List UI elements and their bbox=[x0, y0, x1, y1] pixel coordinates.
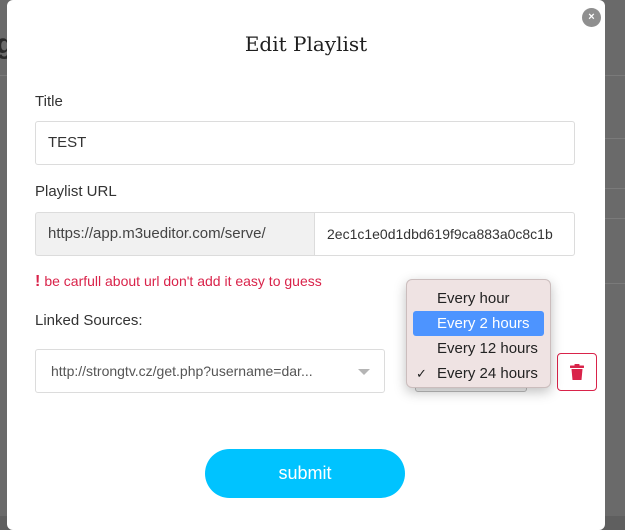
submit-button[interactable]: submit bbox=[205, 449, 405, 498]
chevron-down-icon bbox=[358, 369, 370, 375]
url-warning: ! be carfull about url don't add it easy … bbox=[35, 273, 322, 291]
frequency-option-every-12-hours[interactable]: Every 12 hours bbox=[413, 336, 544, 361]
frequency-option-every-hour[interactable]: Every hour bbox=[413, 286, 544, 311]
exclamation-icon: ! bbox=[35, 273, 41, 290]
checkmark-icon: ✓ bbox=[416, 366, 427, 381]
linked-source-select[interactable]: http://strongtv.cz/get.php?username=dar.… bbox=[35, 349, 385, 393]
playlist-url-prefix: https://app.m3ueditor.com/serve/ bbox=[35, 212, 315, 256]
edit-playlist-modal: × Edit Playlist Title TEST Playlist URL … bbox=[7, 0, 605, 530]
linked-sources-label: Linked Sources: bbox=[35, 312, 143, 329]
background-divider bbox=[605, 188, 625, 189]
playlist-url-input[interactable]: 2ec1c1e0d1dbd619f9ca883a0c8c1b bbox=[314, 212, 575, 256]
close-icon[interactable]: × bbox=[582, 8, 601, 27]
background-divider bbox=[605, 283, 625, 284]
delete-source-button[interactable] bbox=[557, 353, 597, 391]
option-label: Every hour bbox=[437, 290, 510, 307]
title-label: Title bbox=[35, 93, 63, 110]
background-divider bbox=[605, 218, 625, 219]
frequency-dropdown-menu: Every hour Every 2 hours Every 12 hours … bbox=[406, 279, 551, 388]
trash-icon bbox=[570, 364, 584, 380]
background-divider bbox=[605, 138, 625, 139]
frequency-option-every-24-hours[interactable]: ✓ Every 24 hours bbox=[413, 361, 544, 386]
frequency-option-every-2-hours[interactable]: Every 2 hours bbox=[413, 311, 544, 336]
option-label: Every 24 hours bbox=[437, 365, 538, 382]
option-label: Every 12 hours bbox=[437, 340, 538, 357]
modal-title: Edit Playlist bbox=[244, 32, 368, 56]
title-input[interactable]: TEST bbox=[35, 121, 575, 165]
url-warning-text: be carfull about url don't add it easy t… bbox=[44, 273, 322, 289]
option-label: Every 2 hours bbox=[437, 315, 530, 332]
linked-source-value: http://strongtv.cz/get.php?username=dar.… bbox=[51, 363, 313, 379]
playlist-url-label: Playlist URL bbox=[35, 183, 117, 200]
